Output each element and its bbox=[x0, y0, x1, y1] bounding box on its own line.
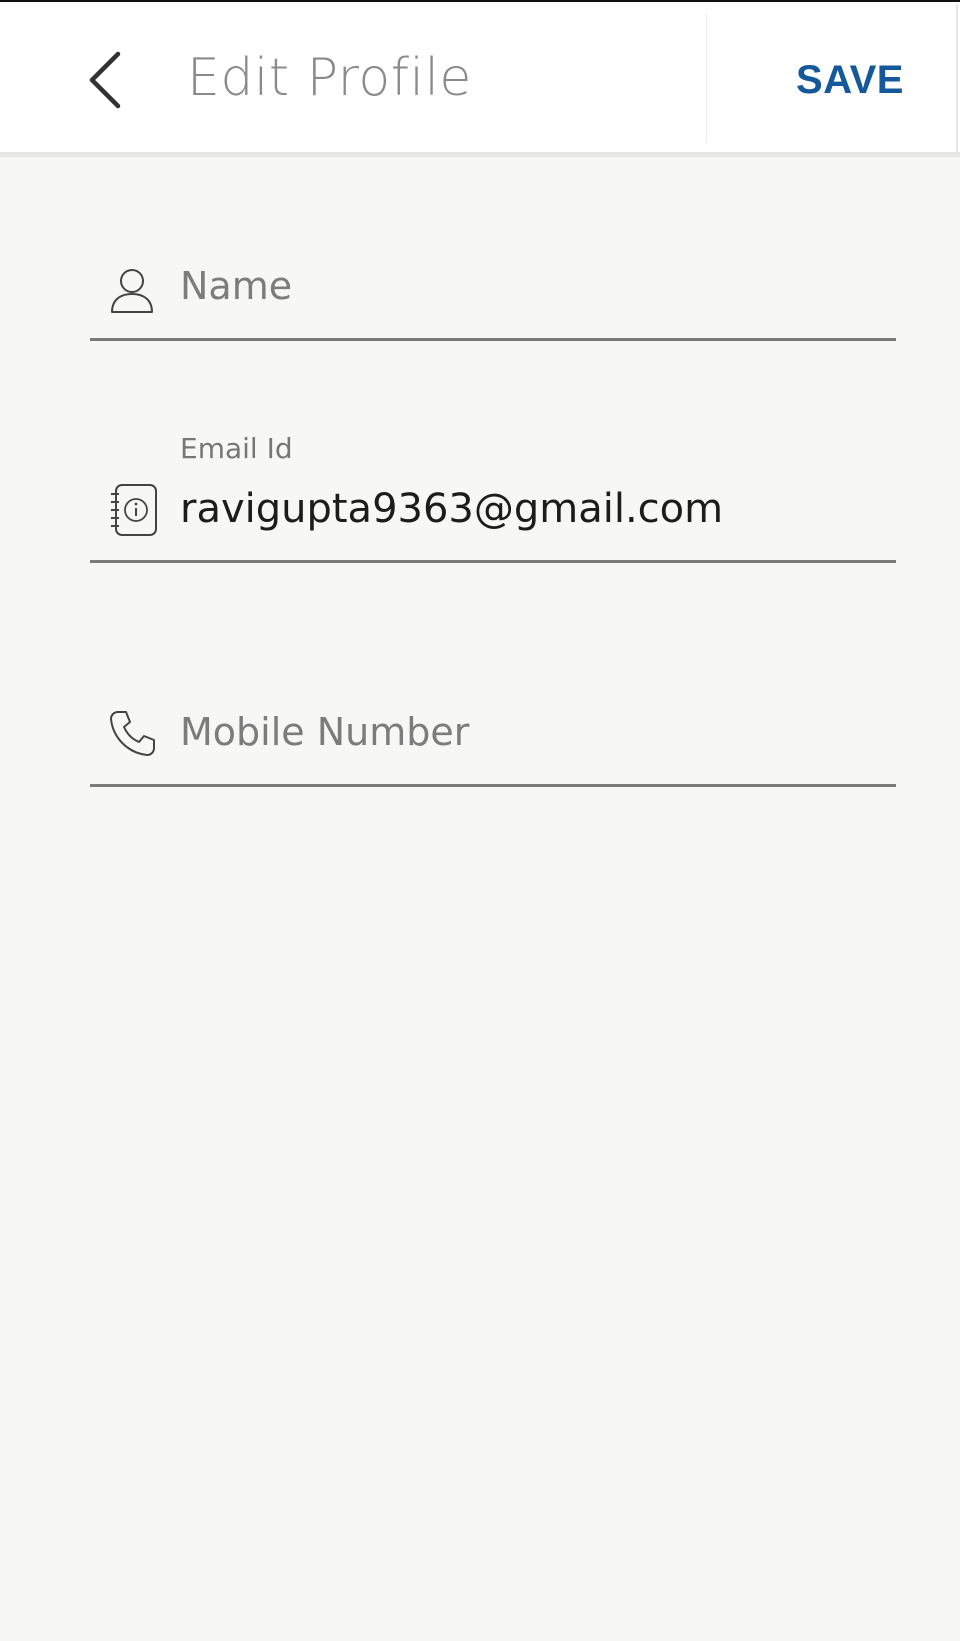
chevron-left-icon bbox=[89, 51, 121, 109]
person-icon bbox=[108, 266, 156, 321]
email-label: Email Id bbox=[180, 432, 293, 465]
email-value: ravigupta9363@gmail.com bbox=[180, 486, 724, 532]
header-divider bbox=[706, 14, 707, 142]
email-field[interactable]: Email Id ravigupta9363@gmail.com bbox=[90, 420, 896, 563]
name-placeholder: Name bbox=[180, 264, 293, 308]
mobile-field[interactable]: Mobile Number bbox=[90, 694, 896, 787]
save-button[interactable]: SAVE bbox=[770, 52, 930, 108]
header-edge bbox=[956, 4, 958, 154]
page-title: Edit Profile bbox=[187, 48, 472, 108]
contact-book-icon bbox=[108, 482, 160, 543]
back-button[interactable] bbox=[78, 48, 130, 112]
mobile-placeholder: Mobile Number bbox=[180, 710, 470, 754]
phone-icon bbox=[108, 708, 158, 763]
name-field[interactable]: Name bbox=[90, 250, 896, 341]
app-header: Edit Profile SAVE bbox=[0, 2, 960, 157]
